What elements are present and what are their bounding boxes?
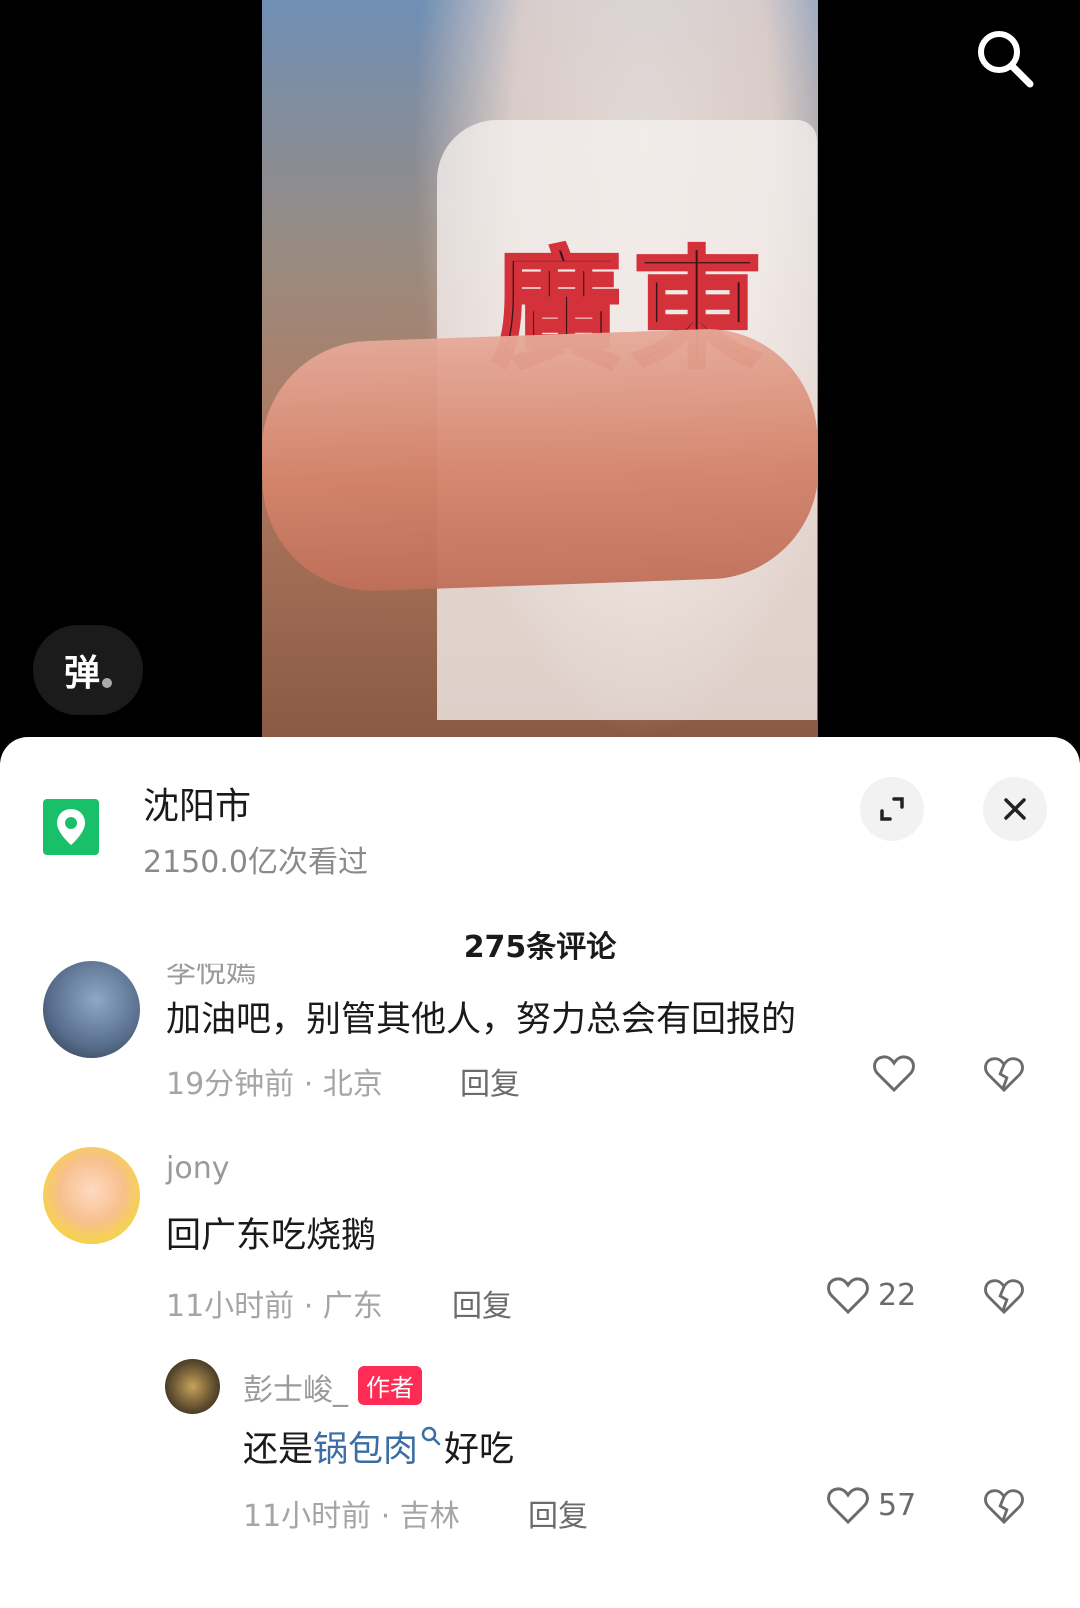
reply-text-suffix: 好吃 xyxy=(444,1430,515,1470)
dislike-button[interactable] xyxy=(983,1055,1025,1097)
reply-username-row: 彭士峻_ 作者 xyxy=(243,1365,422,1409)
video-arm-shape xyxy=(262,325,818,595)
dislike-button[interactable] xyxy=(983,1487,1025,1529)
like-count: 22 xyxy=(878,1277,917,1313)
comment-username[interactable]: jony xyxy=(166,1151,229,1186)
reply-text-prefix: 还是 xyxy=(243,1430,314,1470)
comment-time-location: 19分钟前 · 北京 xyxy=(166,1067,383,1102)
reply-text: 还是锅包肉 好吃 xyxy=(243,1421,514,1472)
reply-button[interactable]: 回复 xyxy=(528,1491,588,1535)
comment-text: 加油吧，别管其他人，努力总会有回报的 xyxy=(166,1000,797,1040)
heart-icon xyxy=(827,1487,869,1525)
heart-icon xyxy=(873,1055,915,1093)
search-icon[interactable] xyxy=(420,1425,442,1447)
like-button[interactable] xyxy=(872,1053,916,1093)
reply-button[interactable]: 回复 xyxy=(452,1281,512,1325)
search-button[interactable] xyxy=(970,24,1040,94)
avatar[interactable] xyxy=(43,961,140,1058)
video-frame[interactable]: 廣東 xyxy=(262,0,818,740)
heart-icon xyxy=(827,1277,869,1315)
search-link[interactable]: 锅包肉 xyxy=(313,1430,418,1470)
comment-time-location: 11小时前 · 广东 xyxy=(166,1289,383,1324)
danmu-toggle-button[interactable]: 弹 xyxy=(33,625,143,715)
close-icon xyxy=(1004,798,1026,820)
danmu-dot-icon xyxy=(102,678,112,688)
location-pin-icon xyxy=(43,799,99,855)
comment-count: 275条评论 xyxy=(463,930,617,965)
video-player[interactable]: 廣東 弹 xyxy=(0,0,1080,760)
like-button[interactable]: 57 xyxy=(826,1485,916,1525)
like-button[interactable]: 22 xyxy=(826,1275,916,1315)
location-view-count: 2150.0亿次看过 xyxy=(143,845,368,880)
close-button[interactable] xyxy=(983,777,1047,841)
search-icon xyxy=(978,31,1034,88)
comments-sheet: 沈阳市 2150.0亿次看过 275条评论 李悦嫣 加油吧，别管其他人，努力总会… xyxy=(0,737,1080,1608)
broken-heart-icon xyxy=(984,1279,1024,1315)
reply-button[interactable]: 回复 xyxy=(460,1059,520,1103)
like-count: 57 xyxy=(878,1487,917,1523)
location-title[interactable]: 沈阳市 xyxy=(143,777,251,829)
avatar[interactable] xyxy=(165,1359,220,1414)
broken-heart-icon xyxy=(984,1057,1024,1093)
danmu-label: 弹 xyxy=(63,653,100,694)
expand-icon xyxy=(880,797,904,821)
avatar[interactable] xyxy=(43,1147,140,1244)
expand-button[interactable] xyxy=(860,777,924,841)
author-badge: 作者 xyxy=(358,1366,422,1405)
comment-text: 回广东吃烧鹅 xyxy=(166,1216,377,1256)
reply-username[interactable]: 彭士峻_ xyxy=(243,1373,348,1408)
reply-time-location: 11小时前 · 吉林 xyxy=(243,1499,460,1534)
broken-heart-icon xyxy=(984,1489,1024,1525)
dislike-button[interactable] xyxy=(983,1277,1025,1319)
